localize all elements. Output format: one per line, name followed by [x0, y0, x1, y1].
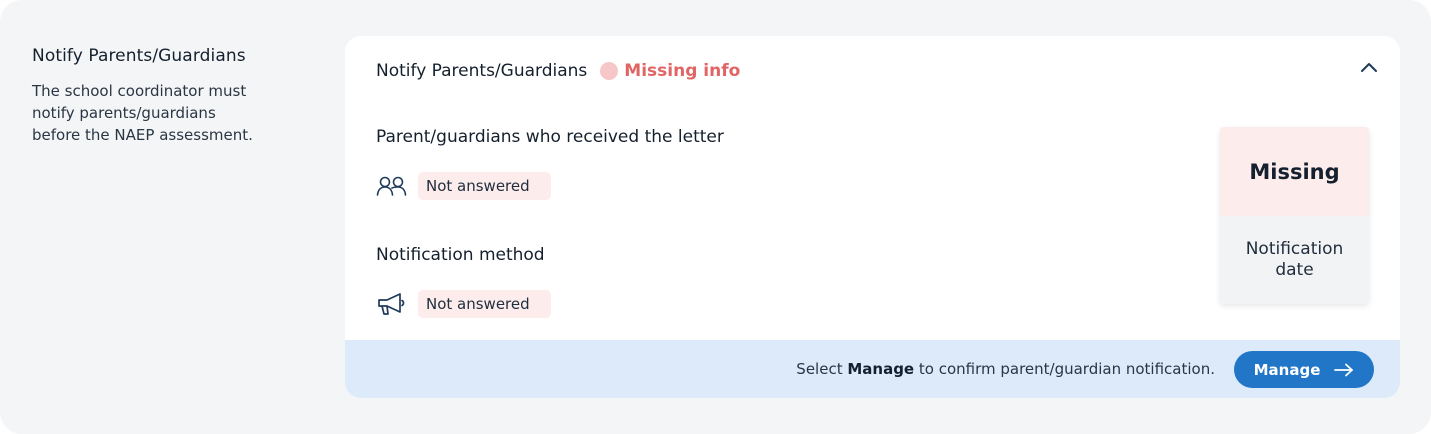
field-value-letter-recipients: Not answered [418, 172, 551, 200]
notify-section: Notify Parents/Guardians The school coor… [0, 0, 1431, 434]
field-row-letter-recipients: Not answered [376, 172, 551, 200]
manage-button[interactable]: Manage [1234, 351, 1374, 388]
card-header: Notify Parents/Guardians Missing info [376, 58, 740, 84]
footer-message-suffix: to confirm parent/guardian notification. [914, 360, 1215, 378]
field-label-letter-recipients: Parent/guardians who received the letter [376, 127, 724, 147]
field-row-notification-method: Not answered [376, 290, 551, 318]
section-description: The school coordinator must notify paren… [32, 82, 253, 144]
section-title: Notify Parents/Guardians [32, 46, 246, 66]
chevron-up-icon [1361, 63, 1377, 72]
footer-message-bold: Manage [847, 360, 915, 378]
notification-date-box: Missing Notification date [1220, 127, 1369, 304]
card-title: Notify Parents/Guardians [376, 61, 588, 81]
manage-button-label: Manage [1253, 360, 1321, 379]
status-badge: Missing info [624, 61, 741, 81]
collapse-button[interactable] [1356, 54, 1382, 80]
megaphone-icon [376, 292, 408, 316]
footer-message: Select Manage to confirm parent/guardian… [796, 340, 1215, 398]
footer-message-prefix: Select [796, 360, 848, 378]
people-icon [376, 174, 408, 198]
arrow-right-icon [1334, 363, 1354, 377]
date-status: Missing [1220, 127, 1369, 216]
date-label: Notification date [1220, 216, 1369, 304]
notify-card: Notify Parents/Guardians Missing info Pa… [345, 36, 1400, 398]
section-intro: Notify Parents/Guardians The school coor… [32, 46, 282, 146]
field-value-notification-method: Not answered [418, 290, 551, 318]
card-footer: Select Manage to confirm parent/guardian… [345, 340, 1400, 398]
field-label-notification-method: Notification method [376, 245, 545, 265]
status-dot-icon [600, 62, 619, 80]
